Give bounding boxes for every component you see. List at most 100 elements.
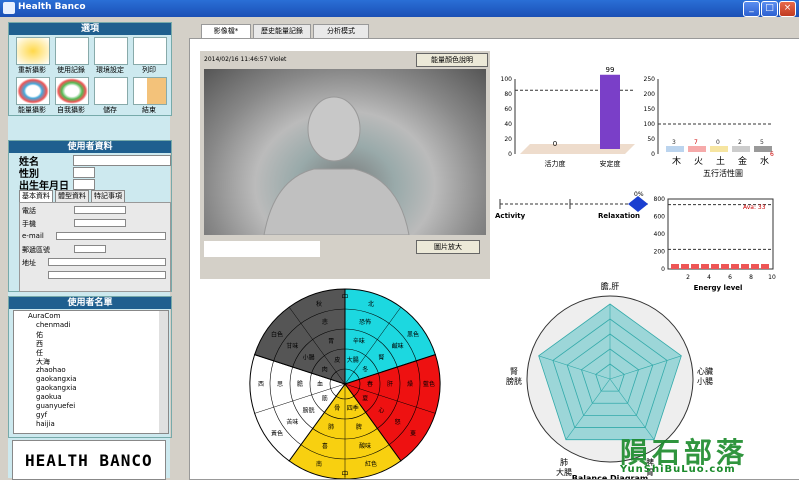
save-button[interactable]: 儲存	[91, 77, 129, 117]
wheel-outer-label: 南	[316, 460, 322, 468]
wheel-bottom: 中	[342, 469, 349, 478]
birth-field[interactable]	[73, 179, 95, 190]
radar-label: 心臟	[697, 366, 713, 376]
tab-analysis[interactable]: 分析模式	[313, 24, 369, 39]
gender-field[interactable]	[73, 167, 95, 178]
five-label: 土	[716, 155, 725, 167]
records-icon	[55, 37, 89, 65]
slider-marker	[628, 196, 648, 212]
bar1-tick: 20	[504, 136, 512, 143]
bar1-tick: 100	[501, 76, 513, 83]
email-field[interactable]	[56, 232, 166, 240]
wheel-inner-label: 辛味	[353, 337, 365, 345]
five-value: 5	[760, 139, 764, 146]
user-list-title: 使用者名單	[9, 297, 171, 309]
zip-field[interactable]	[74, 245, 106, 253]
self-shoot-button[interactable]: 自我攝影	[52, 77, 90, 117]
five-tick: 150	[644, 106, 656, 113]
slider-percent: 0%	[634, 191, 644, 198]
five-tick: 200	[644, 91, 656, 98]
wheel-inner-label: 春	[367, 380, 373, 388]
user-list-item[interactable]: chenmadi	[36, 321, 71, 329]
radar-label: 肺	[560, 458, 568, 467]
content-panel: 2014/02/16 11:46:57 Violet 能量顏色說明 圖片放大 0…	[189, 38, 799, 480]
minimize-button[interactable]: _	[743, 1, 760, 17]
user-list-item[interactable]: haijia	[36, 420, 55, 428]
settings-button[interactable]: 環境設定	[91, 37, 129, 77]
user-list-section: 使用者名單 AuraCom chenmadi 佑西任大海 zhaohao gaokan…	[8, 296, 172, 438]
name-field[interactable]	[73, 155, 171, 166]
window-title: Health Banco	[18, 2, 86, 12]
wheel-outer-label: 秋	[316, 300, 322, 308]
five-label: 火	[694, 156, 703, 167]
tab-image[interactable]: 影像檔*	[201, 24, 251, 38]
tab-history[interactable]: 歷史能量記錄	[253, 24, 311, 39]
wheel-outer-label: 西	[258, 381, 264, 388]
wheel-inner-label: 夏	[362, 396, 368, 403]
wheel-inner-label: 血	[317, 380, 323, 388]
bar1-tick: 60	[504, 106, 512, 113]
five-tick: 0	[651, 151, 655, 158]
user-info-title: 使用者資料	[9, 141, 171, 153]
wheel-inner-label: 恐怖	[359, 318, 371, 326]
print-button[interactable]: 列印	[130, 37, 168, 77]
app-icon	[3, 2, 15, 14]
title-bar: Health Banco _ □ ×	[0, 0, 799, 17]
watermark-url: YunShiBuLuo.com	[620, 464, 736, 475]
energy-bar	[731, 264, 739, 269]
wheel-inner-label: 皮	[334, 356, 340, 364]
tree-scrollbar[interactable]	[159, 311, 168, 433]
five-tick: 250	[644, 76, 656, 83]
mobile-field[interactable]	[74, 219, 126, 227]
five-value: 3	[672, 139, 676, 146]
five-value: 7	[694, 139, 698, 146]
five-bar	[666, 146, 684, 152]
reshoot-button[interactable]: 重新攝影	[13, 37, 51, 77]
energy-tick: 800	[654, 196, 666, 203]
energy-level-chart: 0 200 400 600 800 Ava: 33 2 4 6 8 10 Energy level	[654, 196, 776, 292]
wheel-outer-label: 藍色	[423, 380, 435, 388]
energy-tick: 600	[654, 214, 666, 221]
radar-label: 膽,肝	[601, 281, 620, 291]
energy-bar	[721, 264, 729, 269]
user-info-section: 使用者資料 姓名 性別 出生年月日 基本資料 體型資料 特記事項 電話 手機 e…	[8, 140, 172, 292]
user-list-item[interactable]: gaokangxia	[36, 375, 77, 383]
user-list-item[interactable]: guanyuefei	[36, 402, 75, 410]
wheel-inner-label: 脾	[356, 423, 362, 431]
wheel-inner-label: 甘味	[286, 342, 298, 350]
close-button[interactable]: ×	[779, 1, 796, 17]
user-list-item[interactable]: gaokangxia	[36, 384, 77, 392]
activity-relaxation-slider: Activity Relaxation 0%	[495, 191, 650, 220]
options-title: 選項	[9, 23, 171, 35]
bar1-value: 0	[553, 140, 557, 148]
energy-bar	[701, 264, 709, 269]
wheel-inner-label: 怒	[395, 418, 401, 426]
wheel-inner-label: 悲	[322, 318, 328, 326]
wheel-inner-label: 思	[277, 381, 283, 388]
five-value: 2	[738, 139, 742, 146]
bar1-value: 99	[606, 66, 615, 74]
energy-shoot-button[interactable]: 能量攝影	[13, 77, 51, 117]
history-button[interactable]: 使用記錄	[52, 37, 90, 77]
options-section: 選項 重新攝影 使用記錄 環境設定 列印 能量攝影 自我攝影 儲存 結束	[8, 22, 172, 116]
wheel-inner-label: 胃	[328, 338, 334, 345]
user-list-item[interactable]: zhaohao	[36, 366, 66, 374]
activity-label: Activity	[495, 212, 526, 220]
energy-tick: 0	[661, 266, 665, 273]
address-field-1[interactable]	[48, 258, 166, 266]
maximize-button[interactable]: □	[761, 1, 778, 17]
bar1-bar	[600, 74, 620, 149]
tree-root[interactable]: AuraCom	[28, 312, 60, 320]
energy-bar	[741, 264, 749, 269]
wheel-inner-label: 大腸	[347, 356, 359, 364]
five-extra: 6	[770, 151, 774, 158]
address-field-2[interactable]	[48, 271, 166, 279]
wheel-inner-label: 冬	[362, 365, 368, 373]
wheel-inner-label: 骨	[334, 405, 340, 412]
user-list-item[interactable]: gyf	[36, 411, 47, 419]
wheel-inner-label: 肺	[328, 424, 334, 431]
exit-button[interactable]: 結束	[130, 77, 168, 117]
phone-field[interactable]	[74, 206, 126, 214]
user-list-item[interactable]: gaokua	[36, 393, 62, 401]
wheel-inner-label: 喜	[322, 442, 328, 450]
